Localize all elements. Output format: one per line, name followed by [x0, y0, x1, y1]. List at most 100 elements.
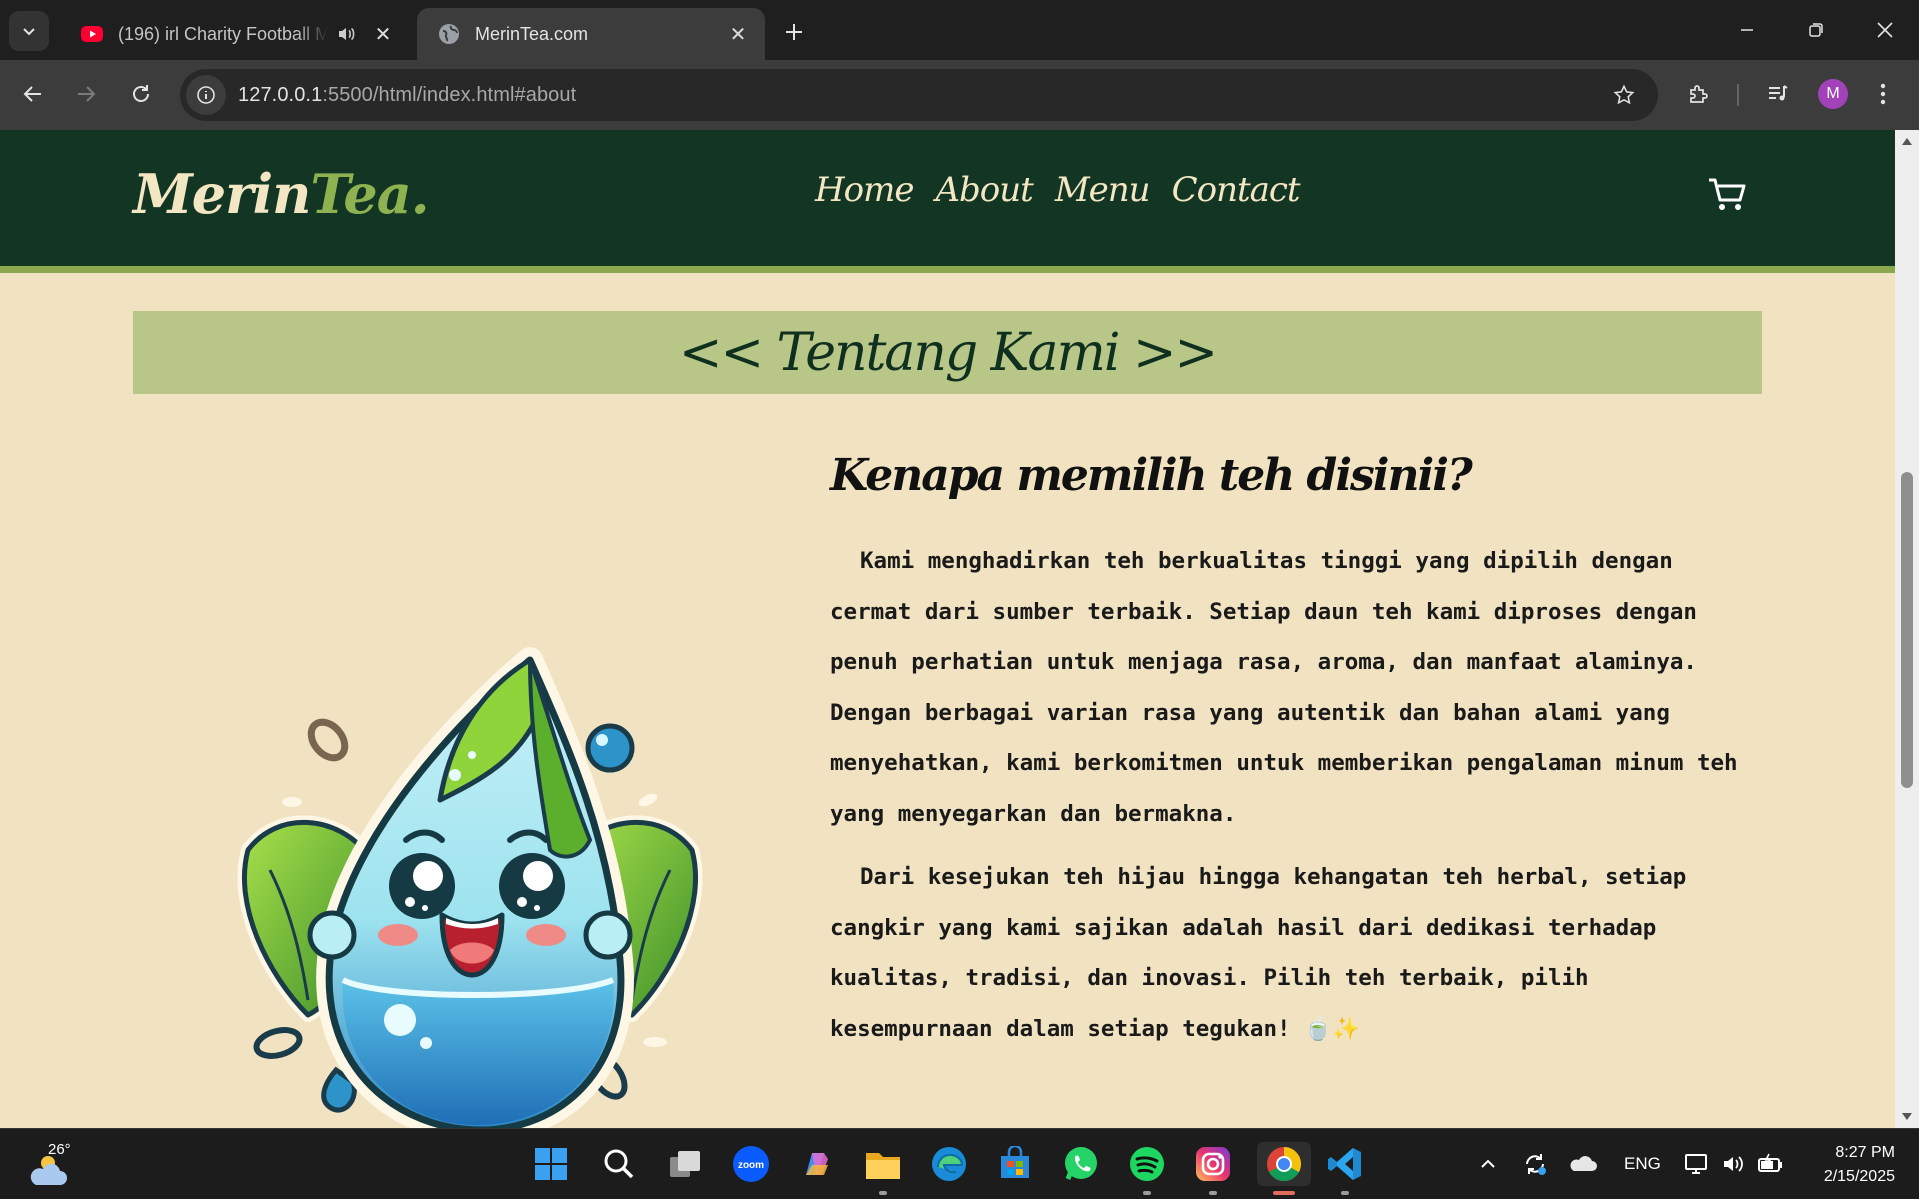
- systray-overflow-button[interactable]: [1478, 1129, 1498, 1199]
- network-tray-button[interactable]: [1684, 1129, 1710, 1199]
- nav-home[interactable]: Home: [815, 170, 914, 210]
- vscode-icon: [1328, 1148, 1361, 1180]
- task-view-button[interactable]: [663, 1142, 707, 1186]
- kebab-menu-icon: [1880, 83, 1886, 105]
- close-window-button[interactable]: [1851, 0, 1919, 60]
- restore-button[interactable]: [1782, 0, 1850, 60]
- close-icon[interactable]: ✕: [727, 23, 749, 46]
- speaker-icon[interactable]: [336, 24, 356, 44]
- site-logo[interactable]: MerinTea.: [133, 162, 430, 226]
- running-indicator: [1209, 1191, 1217, 1195]
- tea-drop-mascot-illustration: [237, 647, 703, 1128]
- url-text[interactable]: 127.0.0.1:5500/html/index.html#about: [238, 84, 576, 107]
- clock-date: 2/15/2025: [1823, 1168, 1895, 1185]
- store-icon: [1001, 1146, 1029, 1178]
- plus-icon: [786, 24, 802, 40]
- about-heading: Kenapa memilih teh disinii?: [830, 450, 1473, 501]
- windows-taskbar: 26° zoom ENG 8:27 PM 2/15/2025: [0, 1128, 1919, 1199]
- file-explorer-icon: [866, 1153, 900, 1179]
- weather-widget[interactable]: 26°: [26, 1141, 72, 1187]
- page-viewport: MerinTea. Home About Menu Contact << Ten…: [0, 130, 1895, 1128]
- profile-avatar[interactable]: M: [1818, 79, 1848, 109]
- page-scrollbar[interactable]: [1895, 130, 1919, 1128]
- chrome-icon: [1267, 1147, 1301, 1181]
- onedrive-tray-button[interactable]: [1569, 1129, 1597, 1199]
- forward-button[interactable]: [66, 74, 106, 114]
- youtube-icon: [81, 26, 103, 42]
- store-app[interactable]: [993, 1142, 1037, 1186]
- restore-icon: [1809, 23, 1823, 37]
- start-button[interactable]: [529, 1142, 573, 1186]
- tab-title: (196) irl Charity Football Ma: [118, 23, 328, 44]
- taskbar-clock[interactable]: 8:27 PM 2/15/2025: [1824, 1141, 1895, 1189]
- about-section-title-box: << Tentang Kami >>: [133, 311, 1762, 394]
- media-controls-button[interactable]: [1758, 74, 1798, 114]
- music-queue-icon: [1769, 85, 1788, 101]
- about-paragraph-2: Dari kesejukan teh hijau hingga kehangat…: [830, 864, 1687, 1042]
- whatsapp-icon: [1065, 1147, 1097, 1180]
- copilot-app[interactable]: [795, 1142, 839, 1186]
- nav-about[interactable]: About: [935, 170, 1033, 210]
- scrollbar-thumb[interactable]: [1901, 472, 1913, 788]
- toolbar-divider: [1737, 84, 1739, 106]
- logo-main: Merin: [133, 162, 311, 226]
- vscode-app[interactable]: [1323, 1142, 1367, 1195]
- running-indicator: [1143, 1191, 1151, 1195]
- about-section-title: << Tentang Kami >>: [678, 322, 1218, 383]
- running-indicator: [879, 1191, 887, 1195]
- star-icon: [1613, 84, 1635, 105]
- tab-merintea[interactable]: MerinTea.com ✕: [417, 8, 765, 60]
- extensions-button[interactable]: [1679, 74, 1719, 114]
- minimize-icon: [1741, 29, 1753, 31]
- nav-contact[interactable]: Contact: [1172, 170, 1301, 210]
- bookmark-button[interactable]: [1604, 75, 1644, 115]
- shopping-cart-icon[interactable]: [1707, 174, 1749, 216]
- arrow-left-icon: [23, 86, 41, 102]
- menu-button[interactable]: [1868, 74, 1898, 114]
- info-icon: [197, 86, 215, 104]
- close-icon[interactable]: ✕: [372, 23, 394, 46]
- site-navbar: MerinTea. Home About Menu Contact: [0, 130, 1895, 273]
- language-indicator[interactable]: ENG: [1624, 1129, 1661, 1199]
- file-explorer-app[interactable]: [861, 1142, 905, 1195]
- search-button[interactable]: [597, 1142, 641, 1186]
- speaker-icon: [1724, 1156, 1743, 1172]
- volume-tray-button[interactable]: [1721, 1129, 1747, 1199]
- spotify-app[interactable]: [1125, 1142, 1169, 1195]
- spotify-icon: [1130, 1147, 1164, 1181]
- browser-toolbar: 127.0.0.1:5500/html/index.html#about M: [0, 60, 1919, 130]
- tab-youtube[interactable]: (196) irl Charity Football Ma ✕: [60, 8, 410, 60]
- tab-title: MerinTea.com: [475, 23, 589, 44]
- zoom-app[interactable]: zoom: [729, 1142, 773, 1186]
- whatsapp-app[interactable]: [1059, 1142, 1103, 1186]
- chevron-up-icon: [1481, 1159, 1495, 1168]
- edge-icon: [932, 1147, 966, 1181]
- about-paragraph-1: Kami menghadirkan teh berkualitas tinggi…: [830, 548, 1738, 827]
- scroll-down-arrow-icon[interactable]: [1902, 1113, 1912, 1120]
- battery-tray-button[interactable]: [1757, 1129, 1785, 1199]
- copilot-icon: [806, 1153, 828, 1175]
- cloud-icon: [1570, 1156, 1597, 1171]
- scroll-up-arrow-icon[interactable]: [1902, 138, 1912, 145]
- chrome-app[interactable]: [1257, 1142, 1311, 1195]
- instagram-app[interactable]: [1191, 1142, 1235, 1195]
- close-icon: [1877, 22, 1893, 38]
- edge-app[interactable]: [927, 1142, 971, 1186]
- site-info-button[interactable]: [186, 75, 226, 115]
- minimize-button[interactable]: [1713, 0, 1781, 60]
- back-button[interactable]: [13, 74, 53, 114]
- network-icon: [1685, 1154, 1707, 1174]
- start-icon: [535, 1148, 567, 1180]
- battery-icon: [1758, 1153, 1782, 1172]
- reload-button[interactable]: [121, 74, 161, 114]
- nav-menu[interactable]: Menu: [1055, 170, 1151, 210]
- reload-icon: [133, 85, 149, 102]
- search-icon: [604, 1149, 634, 1179]
- tab-search-button[interactable]: [9, 11, 49, 51]
- new-tab-button[interactable]: [776, 14, 812, 50]
- sync-tray-button[interactable]: [1521, 1129, 1549, 1199]
- logo-accent: Tea.: [310, 162, 429, 226]
- arrow-right-icon: [78, 86, 96, 102]
- address-bar[interactable]: 127.0.0.1:5500/html/index.html#about: [180, 69, 1658, 121]
- zoom-icon: zoom: [733, 1146, 769, 1182]
